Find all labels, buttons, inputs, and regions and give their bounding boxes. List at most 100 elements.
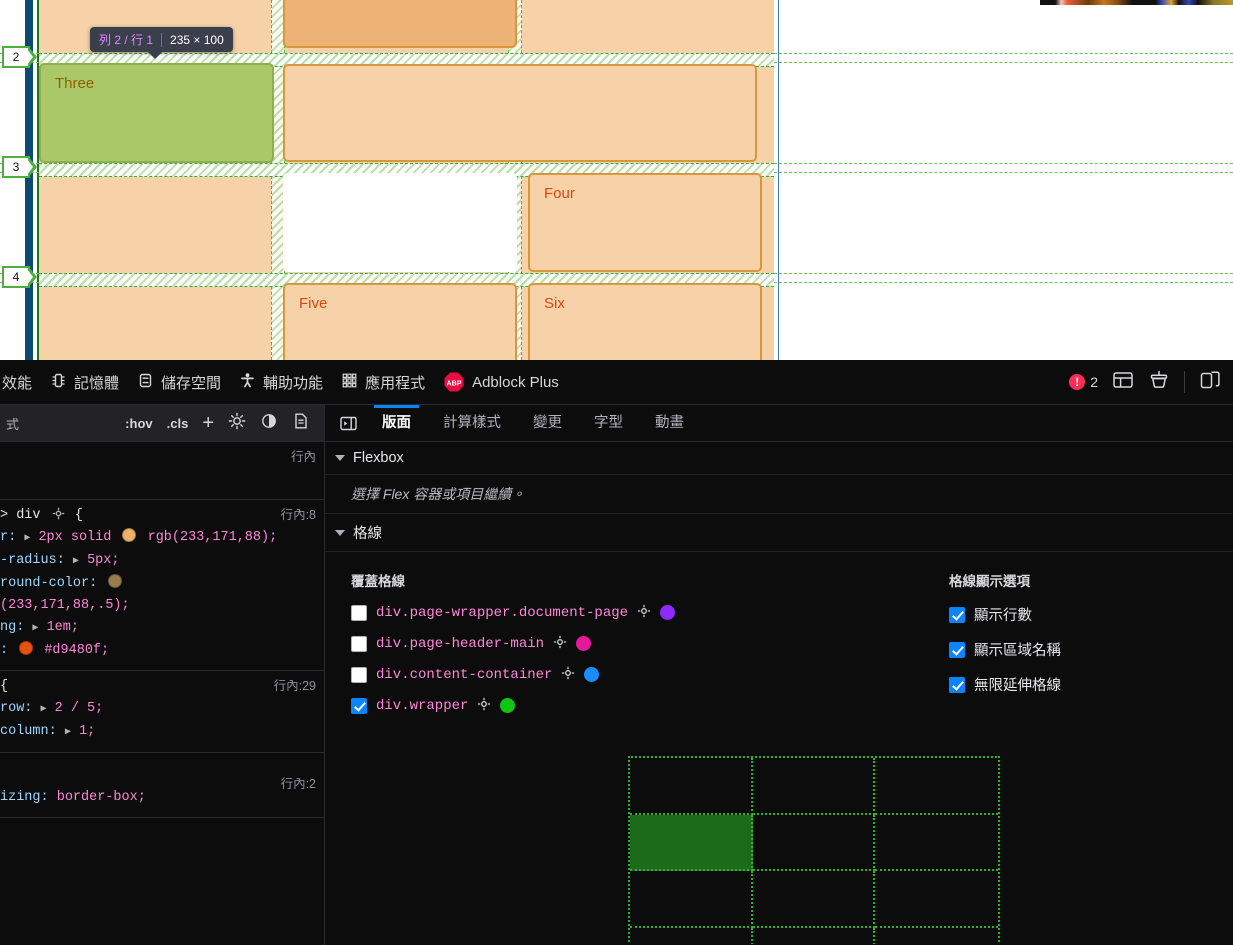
overlay-row-page-header-main[interactable]: div.page-header-main <box>351 635 945 652</box>
tab-layout[interactable]: 版面 <box>366 405 427 441</box>
overlay-color-dot-wrapper[interactable] <box>500 698 515 713</box>
overlay-label-page-header-main[interactable]: div.page-header-main <box>376 636 544 652</box>
option-row-show-area-names[interactable]: 顯示區域名稱 <box>949 639 1233 660</box>
grid-cell-spanning-row2[interactable] <box>283 64 757 162</box>
overlay-checkbox-page-wrapper[interactable] <box>351 605 367 621</box>
color-swatch-background[interactable] <box>108 574 122 588</box>
css-rule-block-0[interactable]: 行內 <box>0 442 324 500</box>
grid-cell-two[interactable] <box>283 0 517 48</box>
option-checkbox-show-line-numbers[interactable] <box>949 607 965 623</box>
dock-position-icon[interactable] <box>1199 369 1221 396</box>
overlay-row-content-container[interactable]: div.content-container <box>351 666 945 683</box>
tool-accessibility[interactable]: 輔助功能 <box>239 372 323 393</box>
css-declaration-color[interactable]: : #d9480f; <box>0 640 324 662</box>
split-console-icon[interactable] <box>1112 369 1134 396</box>
tab-changes[interactable]: 變更 <box>517 405 578 441</box>
css-value-border-b: rgb(233,171,88); <box>148 530 278 545</box>
css-rule-block-3[interactable]: 行內:2 izing: border-box; <box>0 753 324 818</box>
class-toggle[interactable]: .cls <box>167 416 189 431</box>
tool-storage[interactable]: 儲存空間 <box>137 372 221 393</box>
select-node-icon-content-container[interactable] <box>561 666 575 683</box>
grid-cell-four[interactable]: Four <box>528 173 762 272</box>
error-count-badge[interactable]: ! 2 <box>1069 374 1098 390</box>
css-rules-list[interactable]: 行內 行內:8 > div { r: <box>0 442 324 945</box>
flexbox-section-header[interactable]: Flexbox <box>325 442 1233 475</box>
chevron-down-icon-grid[interactable] <box>335 530 345 536</box>
css-declaration-border-radius[interactable]: -radius: ▶ 5px; <box>0 550 324 573</box>
option-checkbox-extend-lines-infinitely[interactable] <box>949 677 965 693</box>
overlay-color-dot-content-container[interactable] <box>584 667 599 682</box>
css-rule-origin-0[interactable]: 行內 <box>291 446 316 465</box>
overlay-checkbox-content-container[interactable] <box>351 667 367 683</box>
grid-cell-five[interactable]: Five <box>283 283 517 360</box>
tool-application[interactable]: 應用程式 <box>341 372 425 393</box>
css-declaration-grid-row[interactable]: row: ▶ 2 / 5; <box>0 698 324 721</box>
dark-mode-icon[interactable] <box>260 412 278 435</box>
overlay-row-wrapper[interactable]: div.wrapper <box>351 697 945 714</box>
add-rule-button[interactable]: + <box>202 412 214 435</box>
color-swatch-color[interactable] <box>19 641 33 655</box>
extended-grid-line-row4a <box>774 273 1233 274</box>
expand-triangle-icon-3[interactable]: ▶ <box>32 623 38 634</box>
expand-triangle-icon-4[interactable]: ▶ <box>41 704 47 715</box>
select-node-icon-page-wrapper[interactable] <box>637 604 651 621</box>
overlay-label-page-wrapper[interactable]: div.page-wrapper.document-page <box>376 605 628 621</box>
css-value-background-rgba: (233,171,88,.5); <box>0 598 130 613</box>
tool-accessibility-label: 輔助功能 <box>263 372 323 393</box>
grid-mini-preview-grid <box>628 756 1000 944</box>
mini-cell-r1c3 <box>875 758 998 815</box>
overlay-color-dot-page-header-main[interactable] <box>576 636 591 651</box>
css-rule-block-1[interactable]: 行內:8 > div { r: ▶ 2px solid <box>0 500 324 671</box>
overlay-row-page-wrapper[interactable]: div.page-wrapper.document-page <box>351 604 945 621</box>
css-rule-origin-1[interactable]: 行內:8 <box>281 504 316 523</box>
grid-cell-three[interactable]: Three <box>39 63 274 163</box>
tool-memory[interactable]: 記憶體 <box>50 372 119 393</box>
print-media-icon[interactable] <box>292 412 310 435</box>
option-row-extend-lines-infinitely[interactable]: 無限延伸格線 <box>949 674 1233 695</box>
light-mode-icon[interactable] <box>228 412 246 435</box>
tool-adblock-plus[interactable]: ABP Adblock Plus <box>443 371 559 393</box>
select-node-icon-page-header-main[interactable] <box>553 635 567 652</box>
css-rule-origin-2[interactable]: 行內:29 <box>274 675 316 694</box>
scroll-to-node-icon[interactable] <box>52 507 64 519</box>
overlay-label-wrapper[interactable]: div.wrapper <box>376 698 468 714</box>
toggle-sidebar-icon[interactable] <box>329 414 366 433</box>
devtools-panel: 效能 記憶體 儲存空間 <box>0 360 1233 944</box>
overlay-checkbox-wrapper[interactable] <box>351 698 367 714</box>
css-rule-origin-3[interactable]: 行內:2 <box>281 773 316 792</box>
css-declaration-grid-column[interactable]: column: ▶ 1; <box>0 721 324 744</box>
accessibility-icon <box>239 372 256 393</box>
grid-cell-six[interactable]: Six <box>528 283 762 360</box>
filter-styles-input[interactable]: 式 <box>6 414 19 433</box>
css-declaration-background-color-cont[interactable]: (233,171,88,.5); <box>0 595 324 617</box>
expand-triangle-icon-2[interactable]: ▶ <box>73 556 79 567</box>
css-declaration-padding[interactable]: ng: ▶ 1em; <box>0 617 324 640</box>
css-declaration-background-color[interactable]: round-color: <box>0 573 324 595</box>
css-rule-block-2[interactable]: 行內:29 { row: ▶ 2 / 5; column: ▶ 1; <box>0 671 324 753</box>
tool-performance[interactable]: 效能 <box>2 372 32 393</box>
overlay-checkbox-page-header-main[interactable] <box>351 636 367 652</box>
option-checkbox-show-area-names[interactable] <box>949 642 965 658</box>
option-row-show-line-numbers[interactable]: 顯示行數 <box>949 604 1233 625</box>
chevron-down-icon-flexbox[interactable] <box>335 455 345 461</box>
grid-mini-preview[interactable] <box>628 756 1000 944</box>
css-rule-selector-1[interactable]: > div { <box>0 505 324 527</box>
css-declaration-border[interactable]: r: ▶ 2px solid rgb(233,171,88); <box>0 527 324 550</box>
pseudo-class-toggle[interactable]: :hov <box>125 416 152 431</box>
expand-triangle-icon[interactable]: ▶ <box>24 533 30 544</box>
color-swatch-border[interactable] <box>122 528 136 542</box>
overlay-color-dot-page-wrapper[interactable] <box>660 605 675 620</box>
css-declaration-box-sizing[interactable]: izing: border-box; <box>0 787 324 809</box>
select-node-icon-wrapper[interactable] <box>477 697 491 714</box>
grid-tooltip-position: 列 2 / 行 1 <box>99 31 153 48</box>
expand-triangle-icon-5[interactable]: ▶ <box>65 727 71 738</box>
tab-fonts[interactable]: 字型 <box>578 405 639 441</box>
grid-section-header[interactable]: 格線 <box>325 514 1233 552</box>
css-value-border-a: 2px solid <box>38 530 111 545</box>
overlay-label-content-container[interactable]: div.content-container <box>376 667 552 683</box>
settings-cup-icon[interactable] <box>1148 369 1170 396</box>
grid-cell-empty-row3[interactable] <box>283 173 517 272</box>
tab-animations[interactable]: 動畫 <box>639 405 700 441</box>
tab-computed[interactable]: 計算樣式 <box>427 405 517 441</box>
css-prop-border: r: <box>0 530 16 545</box>
